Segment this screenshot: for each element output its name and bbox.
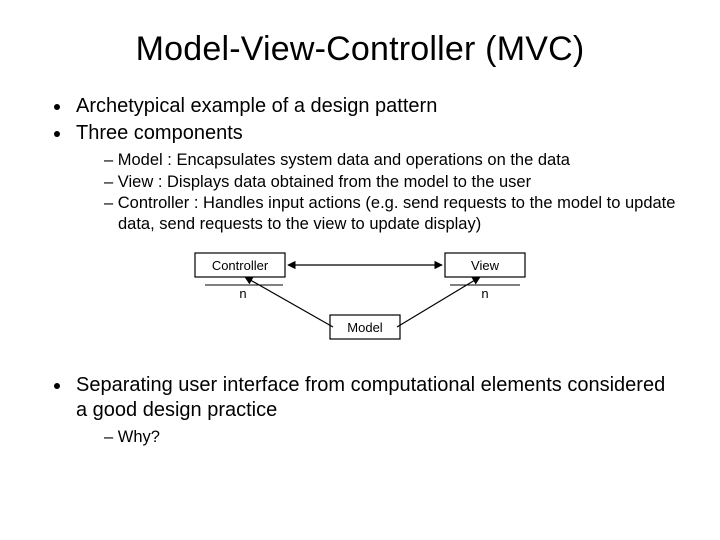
- bullet-separating-ui: Separating user interface from computati…: [72, 373, 680, 448]
- mvc-diagram: Controller View Model n n: [175, 245, 545, 355]
- bullet-list-2: Separating user interface from computati…: [40, 373, 680, 448]
- bullet-three-components-text: Three components: [76, 122, 243, 144]
- bullet-three-components: Three components Model : Encapsulates sy…: [72, 121, 680, 235]
- controller-label: Controller: [212, 258, 269, 273]
- components-sublist: Model : Encapsulates system data and ope…: [76, 150, 680, 235]
- bullet-list: Archetypical example of a design pattern…: [40, 94, 680, 235]
- sub-why: Why?: [104, 427, 680, 448]
- why-sublist: Why?: [76, 427, 680, 448]
- sub-model: Model : Encapsulates system data and ope…: [104, 150, 680, 171]
- bullet-separating-ui-text: Separating user interface from computati…: [76, 374, 665, 421]
- model-label: Model: [347, 320, 383, 335]
- slide: Model-View-Controller (MVC) Archetypical…: [0, 0, 720, 540]
- bullet-archetypical: Archetypical example of a design pattern: [72, 94, 680, 119]
- mult-n-view: n: [481, 286, 488, 301]
- mult-n-controller: n: [239, 286, 246, 301]
- sub-controller: Controller : Handles input actions (e.g.…: [104, 193, 680, 234]
- view-label: View: [471, 258, 500, 273]
- mvc-diagram-container: Controller View Model n n: [40, 245, 680, 355]
- slide-title: Model-View-Controller (MVC): [40, 30, 680, 69]
- sub-view: View : Displays data obtained from the m…: [104, 172, 680, 193]
